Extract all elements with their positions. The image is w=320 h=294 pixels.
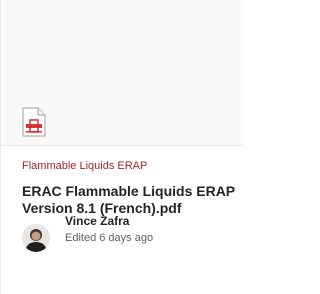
author-avatar xyxy=(22,224,50,252)
document-card[interactable]: Flammable Liquids ERAP ERAC Flammable Li… xyxy=(0,0,244,294)
document-category[interactable]: Flammable Liquids ERAP xyxy=(22,160,147,172)
pdf-file-icon xyxy=(22,107,46,137)
document-preview[interactable] xyxy=(1,0,244,146)
edited-timestamp: Edited 6 days ago xyxy=(65,232,154,244)
document-title[interactable]: ERAC Flammable Liquids ERAP Version 8.1 … xyxy=(22,183,237,217)
author-name: Vince Zafra xyxy=(65,214,130,228)
